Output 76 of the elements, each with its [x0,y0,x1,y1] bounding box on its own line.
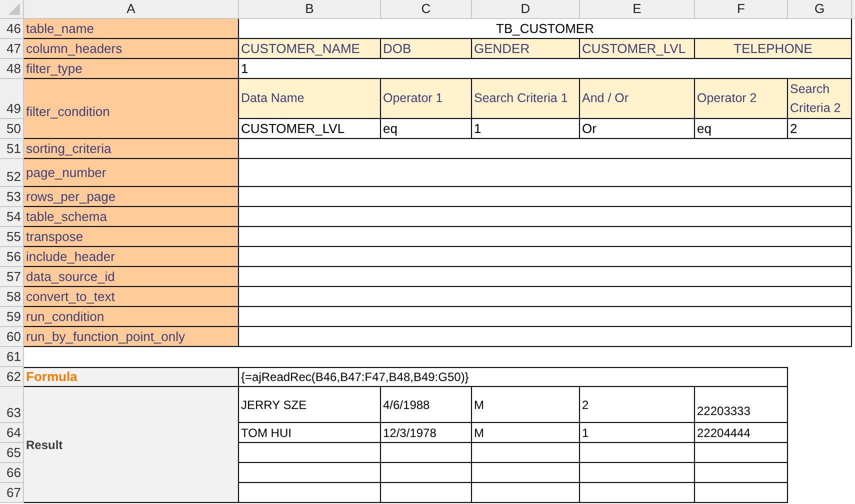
parameter-label: convert_to_text [24,287,239,307]
table-cell: Data Name [239,79,381,119]
parameter-label: transpose [24,227,239,247]
row-header[interactable]: 46 [0,19,24,39]
parameter-label: filter_type [24,59,239,79]
parameter-label: page_number [24,159,239,187]
row-header[interactable]: 53 [0,187,24,207]
table-cell: eq [695,119,788,139]
row-header[interactable]: 48 [0,59,24,79]
select-all-icon[interactable] [8,3,20,15]
table-cell: 22203333 [695,387,788,423]
table-cell: Operator 2 [695,79,788,119]
table-cell: TELEPHONE [695,39,852,59]
table-cell: DOB [381,39,472,59]
parameter-label: run_by_function_point_only [24,327,239,347]
table-cell: Search Criteria 1 [472,79,580,119]
row-header[interactable]: 60 [0,327,24,347]
table-cell: M [472,423,580,443]
table-cell: JERRY SZE [239,387,381,423]
column-header[interactable]: A [24,0,239,19]
row-header[interactable]: 56 [0,247,24,267]
row-header[interactable]: 64 [0,423,24,443]
parameter-label: run_condition [24,307,239,327]
result-label: Result [24,387,239,503]
formula-text: {=ajReadRec(B46,B47:F47,B48,B49:G50)} [239,367,788,387]
column-header[interactable]: E [580,0,695,19]
table-cell: CUSTOMER_NAME [239,39,381,59]
row-header[interactable]: 65 [0,443,24,463]
table-cell: 1 [580,423,695,443]
table-cell: TOM HUI [239,423,381,443]
column-header[interactable]: F [695,0,788,19]
formula-label: Formula [24,367,239,387]
table-cell: 1 [239,59,852,79]
table-cell: 2 [580,387,695,423]
row-header[interactable]: 54 [0,207,24,227]
table-cell: CUSTOMER_LVL [580,39,695,59]
table-cell: eq [381,119,472,139]
table-cell: Operator 1 [381,79,472,119]
table-cell: 12/3/1978 [381,423,472,443]
row-header[interactable]: 58 [0,287,24,307]
parameter-label: rows_per_page [24,187,239,207]
row-header[interactable]: 57 [0,267,24,287]
row-header[interactable]: 61 [0,347,24,367]
row-header[interactable]: 50 [0,119,24,139]
row-header[interactable]: 59 [0,307,24,327]
row-header[interactable]: 52 [0,159,24,187]
parameter-label: sorting_criteria [24,139,239,159]
row-header[interactable]: 55 [0,227,24,247]
row-header[interactable]: 51 [0,139,24,159]
parameter-label: include_header [24,247,239,267]
column-header[interactable]: G [788,0,852,19]
table-cell: 2 [788,119,852,139]
parameter-label: table_name [24,19,239,39]
row-header[interactable]: 47 [0,39,24,59]
column-header[interactable]: C [381,0,472,19]
table-cell: Or [580,119,695,139]
table-cell: And / Or [580,79,695,119]
row-header[interactable]: 49 [0,79,24,119]
row-header[interactable]: 62 [0,367,24,387]
row-header[interactable]: 63 [0,387,24,423]
row-header[interactable]: 66 [0,463,24,483]
parameter-label: column_headers [24,39,239,59]
table-cell: Search Criteria 2 [788,79,852,119]
table-cell: 4/6/1988 [381,387,472,423]
parameter-label: table_schema [24,207,239,227]
parameter-label: data_source_id [24,267,239,287]
table-cell: 22204444 [695,423,788,443]
table-cell: CUSTOMER_LVL [239,119,381,139]
column-header[interactable]: D [472,0,580,19]
parameter-label: filter_condition [24,79,239,139]
table-cell: TB_CUSTOMER [239,19,852,39]
column-header[interactable]: B [239,0,381,19]
table-cell: M [472,387,580,423]
table-cell: 1 [472,119,580,139]
row-header[interactable]: 67 [0,483,24,503]
table-cell: GENDER [472,39,580,59]
